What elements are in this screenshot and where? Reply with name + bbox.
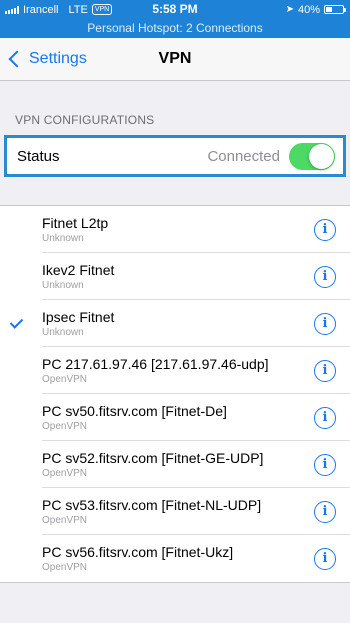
vpn-configuration-row[interactable]: Ikev2 Fitnet Unknown i: [0, 253, 350, 300]
configuration-text: PC sv56.fitsrv.com [Fitnet-Ukz] OpenVPN: [42, 544, 314, 573]
selection-area: [0, 314, 42, 329]
configuration-name: Ipsec Fitnet: [42, 309, 115, 325]
status-value: Connected: [207, 147, 280, 165]
configuration-text: PC sv50.fitsrv.com [Fitnet-De] OpenVPN: [42, 403, 314, 432]
vpn-configuration-row[interactable]: PC sv50.fitsrv.com [Fitnet-De] OpenVPN i: [0, 394, 350, 441]
info-icon[interactable]: i: [314, 406, 336, 429]
info-icon[interactable]: i: [314, 265, 336, 288]
back-button[interactable]: Settings: [0, 50, 87, 68]
section-header: VPN CONFIGURATIONS: [15, 113, 155, 127]
vpn-configuration-row[interactable]: PC sv56.fitsrv.com [Fitnet-Ukz] OpenVPN i: [0, 535, 350, 582]
vpn-configuration-row[interactable]: Fitnet L2tp Unknown i: [0, 206, 350, 253]
info-icon[interactable]: i: [314, 547, 336, 570]
configuration-name: Ikev2 Fitnet: [42, 262, 115, 278]
clock: 5:58 PM: [152, 2, 198, 16]
info-icon[interactable]: i: [314, 453, 336, 476]
configuration-type: Unknown: [42, 327, 84, 338]
chevron-left-icon: [8, 50, 26, 68]
configuration-text: Ikev2 Fitnet Unknown: [42, 262, 314, 291]
configuration-text: PC sv53.fitsrv.com [Fitnet-NL-UDP] OpenVP…: [42, 497, 314, 526]
configuration-name: PC sv53.fitsrv.com [Fitnet-NL-UDP]: [42, 497, 262, 513]
configuration-type: OpenVPN: [42, 515, 88, 526]
status-label: Status: [17, 147, 60, 165]
configuration-type: OpenVPN: [42, 421, 88, 432]
info-icon[interactable]: i: [314, 359, 336, 382]
navigation-bar: Settings VPN: [0, 38, 350, 81]
back-button-label: Settings: [29, 50, 87, 67]
vpn-configuration-row[interactable]: Ipsec Fitnet Unknown i: [0, 300, 350, 347]
configuration-type: OpenVPN: [42, 374, 88, 385]
configuration-text: PC sv52.fitsrv.com [Fitnet-GE-UDP] OpenVP…: [42, 450, 314, 479]
configuration-name: PC 217.61.97.46 [217.61.97.46-udp]: [42, 356, 269, 372]
configuration-type: Unknown: [42, 233, 84, 244]
configuration-name: PC sv50.fitsrv.com [Fitnet-De]: [42, 403, 227, 419]
configuration-text: PC 217.61.97.46 [217.61.97.46-udp] OpenVP…: [42, 356, 314, 385]
configuration-name: Fitnet L2tp: [42, 215, 109, 231]
configuration-type: OpenVPN: [42, 562, 88, 573]
info-icon[interactable]: i: [314, 500, 336, 523]
vpn-configuration-row[interactable]: PC sv52.fitsrv.com [Fitnet-GE-UDP] OpenVP…: [0, 441, 350, 488]
status-row: Status Connected: [4, 135, 346, 177]
configuration-name: PC sv52.fitsrv.com [Fitnet-GE-UDP]: [42, 450, 264, 466]
configuration-type: Unknown: [42, 280, 84, 291]
checkmark-icon: [9, 314, 23, 329]
vpn-configuration-list: Fitnet L2tp Unknown i Ikev2 Fitnet Unknown i I…: [0, 205, 350, 583]
info-icon[interactable]: i: [314, 218, 336, 241]
info-icon[interactable]: i: [314, 312, 336, 335]
toggle-knob: [309, 143, 334, 169]
vpn-configuration-row[interactable]: PC 217.61.97.46 [217.61.97.46-udp] OpenVP…: [0, 347, 350, 394]
vpn-configuration-row[interactable]: PC sv53.fitsrv.com [Fitnet-NL-UDP] OpenVP…: [0, 488, 350, 535]
configuration-name: PC sv56.fitsrv.com [Fitnet-Ukz]: [42, 544, 234, 560]
configuration-text: Fitnet L2tp Unknown: [42, 215, 314, 244]
vpn-toggle[interactable]: [289, 142, 335, 170]
configuration-text: Ipsec Fitnet Unknown: [42, 309, 314, 338]
hotspot-banner[interactable]: Personal Hotspot: 2 Connections: [0, 19, 350, 38]
status-bar: Irancell LTE VPN ➤ 40% 5:58 PM Personal …: [0, 0, 350, 38]
configuration-type: OpenVPN: [42, 468, 88, 479]
